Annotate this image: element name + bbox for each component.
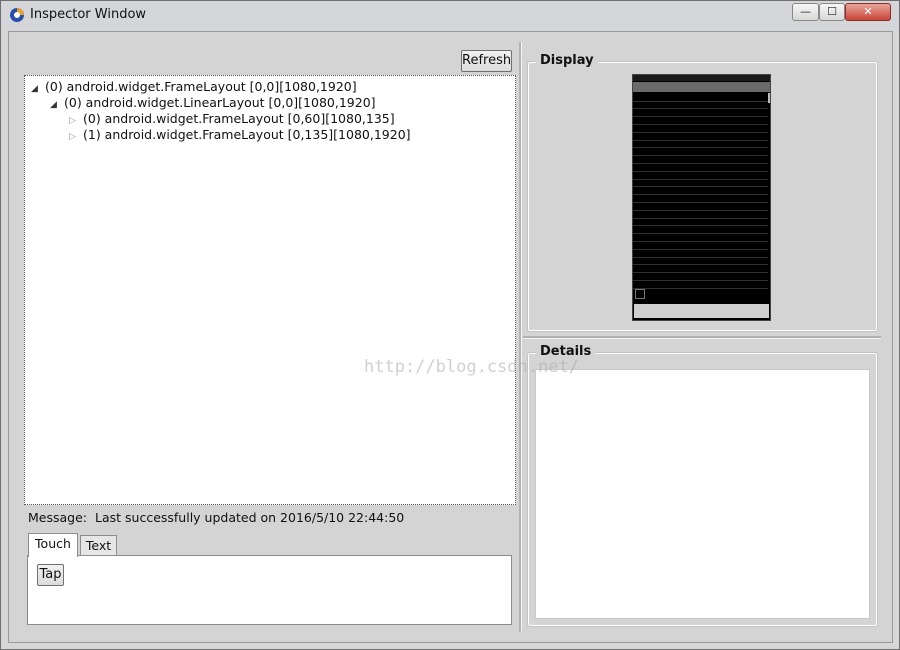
minimize-button[interactable]: — <box>792 3 819 21</box>
phone-list-item <box>633 219 768 227</box>
phone-list-item <box>633 242 768 250</box>
tab-text[interactable]: Text <box>80 535 117 557</box>
phone-list-item <box>633 180 768 188</box>
device-screenshot[interactable] <box>632 74 771 321</box>
watermark-text: http://blog.csdn.net/ <box>364 357 579 377</box>
phone-list-item <box>633 133 768 141</box>
title-bar[interactable]: Inspector Window — ☐ ✕ <box>1 1 899 31</box>
touch-panel: Tap <box>27 555 512 625</box>
phone-list-item <box>633 250 768 258</box>
phone-list-item <box>633 94 768 102</box>
display-title: Display <box>536 53 598 68</box>
phone-list-item <box>633 227 768 235</box>
phone-list-item <box>633 141 768 149</box>
phone-list-item <box>633 156 768 164</box>
tree-node[interactable]: ◢ (0) android.widget.LinearLayout [0,0][1… <box>50 95 376 111</box>
message-label: Message: <box>28 510 87 525</box>
phone-list-item <box>633 117 768 125</box>
phone-list-item <box>633 273 768 281</box>
close-button[interactable]: ✕ <box>845 3 891 21</box>
expand-arrow-icon[interactable]: ◢ <box>50 100 64 110</box>
phone-status-bar <box>633 75 770 81</box>
phone-scrollbar <box>768 93 770 103</box>
maximize-button[interactable]: ☐ <box>819 3 845 21</box>
message-text: Last successfully updated on 2016/5/10 2… <box>95 510 405 525</box>
collapsed-arrow-icon[interactable]: ▷ <box>69 132 83 142</box>
phone-list-item <box>633 258 768 266</box>
phone-list-item <box>633 164 768 172</box>
tree-node[interactable]: ◢ (0) android.widget.FrameLayout [0,0][10… <box>31 79 357 95</box>
phone-list-item <box>633 149 768 157</box>
phone-checkbox <box>635 289 645 299</box>
inspector-window: Inspector Window — ☐ ✕ Refresh ◢ (0) andr… <box>0 0 900 650</box>
phone-list-item <box>633 203 768 211</box>
phone-list-item <box>633 195 768 203</box>
tree-node-label: (0) android.widget.FrameLayout [0,60][10… <box>83 111 395 126</box>
phone-app-title <box>633 82 770 92</box>
expand-arrow-icon[interactable]: ◢ <box>31 84 45 94</box>
tap-button[interactable]: Tap <box>37 564 64 586</box>
tree-node-label: (0) android.widget.LinearLayout [0,0][10… <box>64 95 376 110</box>
phone-list-item <box>633 110 768 118</box>
phone-list-item <box>633 172 768 180</box>
hierarchy-tree[interactable]: ◢ (0) android.widget.FrameLayout [0,0][10… <box>24 75 516 505</box>
collapsed-arrow-icon[interactable]: ▷ <box>69 116 83 126</box>
tab-touch[interactable]: Touch <box>28 533 78 557</box>
app-icon <box>10 8 24 22</box>
tree-node-label: (1) android.widget.FrameLayout [0,135][1… <box>83 127 411 142</box>
window-title: Inspector Window <box>30 7 147 22</box>
details-panel <box>535 369 870 619</box>
phone-list-item <box>633 266 768 274</box>
phone-list-item <box>633 125 768 133</box>
refresh-button[interactable]: Refresh <box>461 50 512 72</box>
tree-node[interactable]: ▷ (0) android.widget.FrameLayout [0,60][1… <box>69 111 395 127</box>
tree-node[interactable]: ▷ (1) android.widget.FrameLayout [0,135][… <box>69 127 411 143</box>
tree-node-label: (0) android.widget.FrameLayout [0,0][108… <box>45 79 357 94</box>
horizontal-splitter[interactable] <box>523 336 881 339</box>
phone-list-item <box>633 102 768 110</box>
phone-list-item <box>633 234 768 242</box>
phone-button <box>634 304 769 318</box>
phone-list-item <box>633 188 768 196</box>
phone-list-item <box>633 281 768 289</box>
phone-list-item <box>633 211 768 219</box>
vertical-splitter[interactable] <box>519 42 522 632</box>
